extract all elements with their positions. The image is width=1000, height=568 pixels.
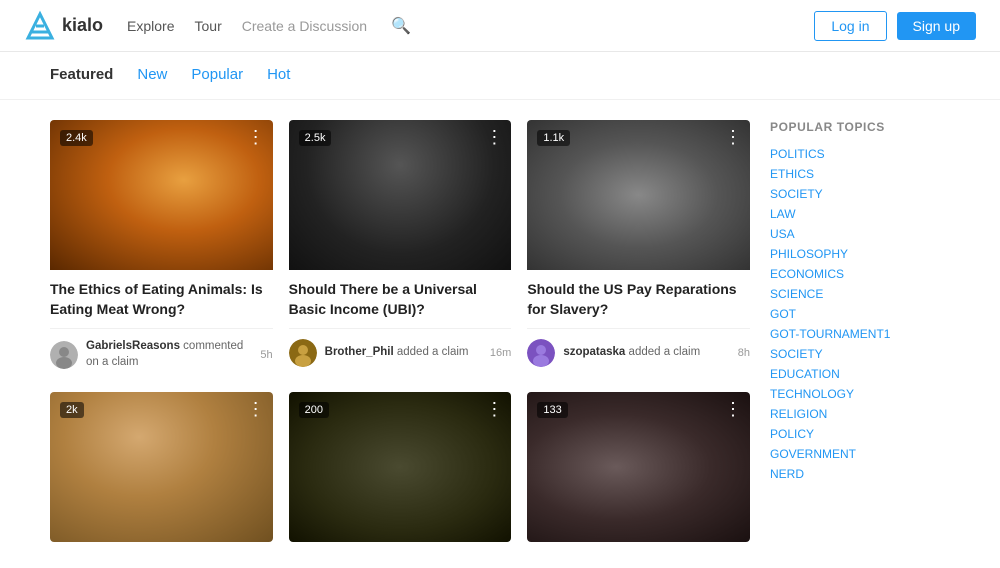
card-5-image: 200 ⋮ [289,392,512,542]
topic-link-8[interactable]: GOT [770,304,950,324]
card-4[interactable]: 2k ⋮ [50,392,273,542]
topic-link-4[interactable]: USA [770,224,950,244]
card-3-avatar [527,339,555,367]
card-1-time: 5h [260,349,272,361]
card-6-image: 133 ⋮ [527,392,750,542]
card-4-menu[interactable]: ⋮ [247,400,265,418]
card-3-count: 1.1k [537,130,570,146]
cards-grid: 2.4k ⋮ The Ethics of Eating Animals: Is … [50,120,750,542]
topic-link-3[interactable]: LAW [770,204,950,224]
tab-popular[interactable]: Popular [191,66,243,85]
card-3-title: Should the US Pay Reparations for Slaver… [527,280,750,320]
card-1-body: The Ethics of Eating Animals: Is Eating … [50,270,273,376]
card-1[interactable]: 2.4k ⋮ The Ethics of Eating Animals: Is … [50,120,273,376]
nav: Explore Tour Create a Discussion 🔍 [127,16,814,36]
card-5[interactable]: 200 ⋮ [289,392,512,542]
topic-link-7[interactable]: SCIENCE [770,284,950,304]
topic-link-10[interactable]: SOCIETY [770,344,950,364]
topic-link-9[interactable]: GOT-TOURNAMENT1 [770,324,950,344]
topic-link-14[interactable]: POLICY [770,424,950,444]
logo[interactable]: kialo [24,10,103,42]
card-1-image: 2.4k ⋮ [50,120,273,270]
tab-hot[interactable]: Hot [267,66,290,85]
card-2-menu[interactable]: ⋮ [485,128,503,146]
card-1-activity: GabrielsReasons commented on a claim [86,339,252,370]
card-6-count: 133 [537,402,567,418]
sidebar-title: Popular Topics [770,120,950,134]
topic-link-2[interactable]: SOCIETY [770,184,950,204]
card-6[interactable]: 133 ⋮ [527,392,750,542]
nav-explore[interactable]: Explore [127,18,174,34]
tab-new[interactable]: New [137,66,167,85]
topic-link-16[interactable]: NERD [770,464,950,484]
header: kialo Explore Tour Create a Discussion 🔍… [0,0,1000,52]
card-2-title: Should There be a Universal Basic Income… [289,280,512,320]
topic-link-1[interactable]: ETHICS [770,164,950,184]
card-2-avatar [289,339,317,367]
sidebar: Popular Topics POLITICSETHICSSOCIETYLAWU… [770,120,950,542]
card-5-count: 200 [299,402,329,418]
topic-link-11[interactable]: EDUCATION [770,364,950,384]
topic-link-13[interactable]: RELIGION [770,404,950,424]
card-2-time: 16m [490,347,511,359]
card-2-avatar-img [289,339,317,367]
logo-text: kialo [62,15,103,36]
card-1-avatar [50,341,78,369]
card-3-avatar-img [527,339,555,367]
topic-link-12[interactable]: TECHNOLOGY [770,384,950,404]
card-4-image: 2k ⋮ [50,392,273,542]
nav-create-discussion[interactable]: Create a Discussion [242,18,367,34]
card-1-avatar-img [50,341,78,369]
card-1-menu[interactable]: ⋮ [247,128,265,146]
topics-list: POLITICSETHICSSOCIETYLAWUSAPHILOSOPHYECO… [770,144,950,484]
card-3-footer: szopataska added a claim 8h [527,328,750,367]
auth-buttons: Log in Sign up [814,11,976,41]
tab-featured[interactable]: Featured [50,66,113,85]
card-2-activity: Brother_Phil added a claim [325,345,482,361]
nav-tour[interactable]: Tour [195,18,222,34]
card-1-footer: GabrielsReasons commented on a claim 5h [50,328,273,370]
card-3-menu[interactable]: ⋮ [724,128,742,146]
card-6-menu[interactable]: ⋮ [724,400,742,418]
topic-link-0[interactable]: POLITICS [770,144,950,164]
topic-link-15[interactable]: GOVERNMENT [770,444,950,464]
topic-link-6[interactable]: ECONOMICS [770,264,950,284]
topic-link-5[interactable]: PHILOSOPHY [770,244,950,264]
card-3-time: 8h [738,347,750,359]
card-2-image: 2.5k ⋮ [289,120,512,270]
card-3-body: Should the US Pay Reparations for Slaver… [527,270,750,373]
logo-icon [24,10,56,42]
card-2[interactable]: 2.5k ⋮ Should There be a Universal Basic… [289,120,512,376]
main-content: 2.4k ⋮ The Ethics of Eating Animals: Is … [0,100,1000,562]
card-1-title: The Ethics of Eating Animals: Is Eating … [50,280,273,320]
search-icon[interactable]: 🔍 [391,16,411,36]
card-2-footer: Brother_Phil added a claim 16m [289,328,512,367]
card-5-menu[interactable]: ⋮ [485,400,503,418]
card-3[interactable]: 1.1k ⋮ Should the US Pay Reparations for… [527,120,750,376]
login-button[interactable]: Log in [814,11,886,41]
card-3-image: 1.1k ⋮ [527,120,750,270]
card-3-activity: szopataska added a claim [563,345,729,361]
card-1-count: 2.4k [60,130,93,146]
card-4-count: 2k [60,402,84,418]
cards-area: 2.4k ⋮ The Ethics of Eating Animals: Is … [50,120,750,542]
card-2-body: Should There be a Universal Basic Income… [289,270,512,373]
signup-button[interactable]: Sign up [897,12,976,40]
tabs-bar: Featured New Popular Hot [0,52,1000,100]
card-2-count: 2.5k [299,130,332,146]
